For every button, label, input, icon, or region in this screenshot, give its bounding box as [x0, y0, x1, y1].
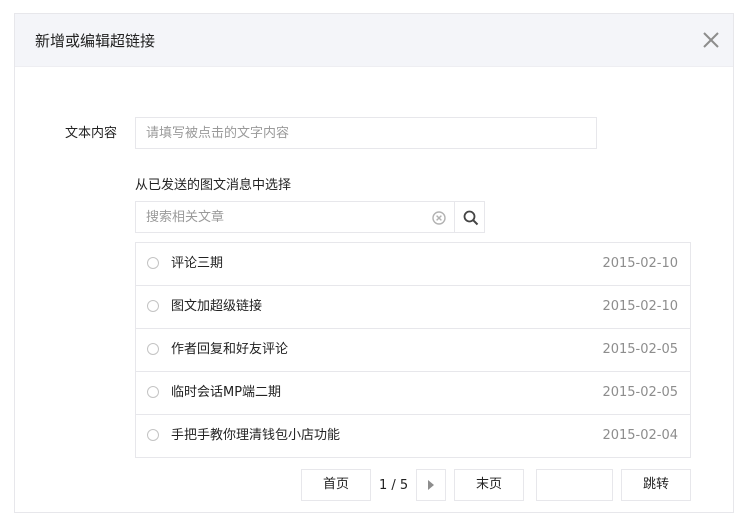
article-search: [135, 201, 485, 233]
search-icon: [463, 210, 479, 226]
article-date: 2015-02-05: [602, 342, 678, 357]
close-icon: [703, 32, 719, 48]
article-item[interactable]: 作者回复和好友评论 2015-02-05: [136, 329, 690, 372]
close-button[interactable]: [699, 28, 723, 52]
article-item[interactable]: 图文加超级链接 2015-02-10: [136, 286, 690, 329]
search-button[interactable]: [454, 201, 485, 233]
article-item[interactable]: 评论三期 2015-02-10: [136, 243, 690, 286]
dialog-header: 新增或编辑超链接: [15, 14, 733, 67]
select-from-sent-label: 从已发送的图文消息中选择: [135, 178, 292, 193]
article-title: 作者回复和好友评论: [171, 342, 289, 357]
page-number-input[interactable]: [536, 469, 613, 501]
article-radio[interactable]: [147, 386, 159, 398]
text-content-label: 文本内容: [65, 126, 118, 141]
article-title: 手把手教你理清钱包小店功能: [171, 428, 341, 443]
triangle-right-icon: [428, 479, 434, 490]
article-title: 临时会话MP端二期: [171, 385, 282, 400]
hyperlink-dialog: 新增或编辑超链接 文本内容 从已发送的图文消息中选择: [14, 13, 734, 513]
jump-button[interactable]: 跳转: [621, 469, 691, 501]
first-page-button[interactable]: 首页: [301, 469, 371, 501]
dialog-title: 新增或编辑超链接: [35, 32, 156, 50]
article-item[interactable]: 临时会话MP端二期 2015-02-05: [136, 372, 690, 415]
next-page-button[interactable]: [416, 469, 446, 501]
article-date: 2015-02-05: [602, 385, 678, 400]
page-info: 1 / 5: [379, 478, 409, 493]
article-search-input[interactable]: [135, 201, 455, 233]
article-list: 评论三期 2015-02-10 图文加超级链接 2015-02-10 作者回复和…: [135, 242, 691, 458]
clear-icon: [432, 211, 446, 225]
text-content-input[interactable]: [135, 117, 597, 149]
article-radio[interactable]: [147, 257, 159, 269]
article-radio[interactable]: [147, 300, 159, 312]
last-page-button[interactable]: 末页: [454, 469, 524, 501]
clear-search-button[interactable]: [432, 210, 446, 225]
article-date: 2015-02-10: [602, 299, 678, 314]
article-radio[interactable]: [147, 429, 159, 441]
article-item[interactable]: 手把手教你理清钱包小店功能 2015-02-04: [136, 415, 690, 457]
article-radio[interactable]: [147, 343, 159, 355]
article-title: 评论三期: [171, 256, 224, 271]
article-date: 2015-02-10: [602, 256, 678, 271]
article-title: 图文加超级链接: [171, 299, 263, 314]
article-date: 2015-02-04: [602, 428, 678, 443]
